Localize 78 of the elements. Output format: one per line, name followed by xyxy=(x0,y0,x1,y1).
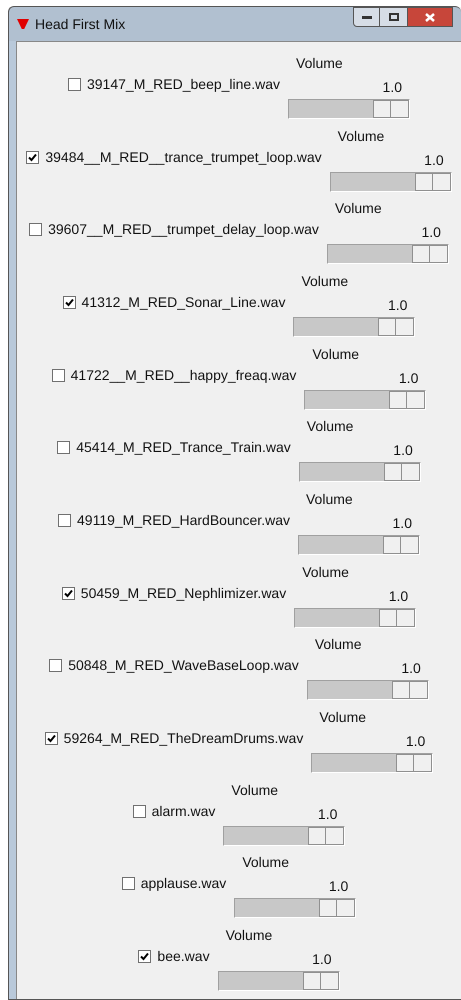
slider-thumb[interactable] xyxy=(392,681,428,700)
scale-value: 1.0 xyxy=(424,150,444,169)
scale-label: Volume xyxy=(306,417,354,436)
scale-value: 1.0 xyxy=(421,223,441,242)
track-filename: 45414_M_RED_Trance_Train.wav xyxy=(76,438,291,458)
checkbox[interactable] xyxy=(29,223,42,236)
checkbox[interactable] xyxy=(57,441,70,454)
scale-value: 1.0 xyxy=(318,804,338,823)
slider-thumb[interactable] xyxy=(379,608,416,627)
checkbox[interactable] xyxy=(52,368,65,382)
scale-label: Volume xyxy=(314,635,362,654)
slider-thumb[interactable] xyxy=(414,172,451,191)
checkbox[interactable] xyxy=(44,732,58,746)
scale-label: Volume xyxy=(306,490,353,508)
slider-thumb[interactable] xyxy=(382,536,419,554)
scale-label: Volume xyxy=(296,54,343,72)
slider-thumb[interactable] xyxy=(302,972,339,990)
scale-value: 1.0 xyxy=(401,659,421,678)
scale-value: 1.0 xyxy=(393,441,413,460)
track-filename: alarm.wav xyxy=(152,802,216,821)
scale-label: Volume xyxy=(312,344,360,363)
minimize-icon xyxy=(362,16,372,18)
slider-thumb[interactable] xyxy=(373,100,410,118)
track-filename: 50848_M_RED_WaveBaseLoop.wav xyxy=(68,656,299,676)
scale-value: 1.0 xyxy=(328,877,348,896)
scale-label: Volume xyxy=(334,199,382,218)
maximize-icon xyxy=(388,13,398,21)
slider-thumb[interactable] xyxy=(378,318,414,336)
scale-label: Volume xyxy=(242,853,290,872)
track-filename: 49119_M_RED_HardBouncer.wav xyxy=(77,510,290,530)
slider-thumb[interactable] xyxy=(308,826,344,845)
scale-value: 1.0 xyxy=(312,950,332,968)
scale-value: 1.0 xyxy=(406,732,426,750)
app-logo xyxy=(17,19,29,29)
track-filename: 41722__M_RED__happy_freaq.wav xyxy=(70,366,296,385)
checkbox[interactable] xyxy=(49,659,62,672)
checkbox[interactable] xyxy=(26,150,40,164)
checkbox[interactable] xyxy=(62,296,76,309)
slider-thumb[interactable] xyxy=(319,899,356,918)
scale-value: 1.0 xyxy=(388,586,408,605)
maximize-button[interactable] xyxy=(380,7,407,27)
track-filename: 39147_M_RED_beep_line.wav xyxy=(86,74,280,94)
scale-value: 1.0 xyxy=(382,78,402,96)
checkbox[interactable] xyxy=(62,586,75,600)
track-filename: 41312_M_RED_Sonar_Line.wav xyxy=(82,292,286,312)
check-icon xyxy=(46,734,56,744)
window-title: Head First Mix xyxy=(35,14,126,34)
track-filename: 59264_M_RED_TheDreamDrums.wav xyxy=(64,729,304,748)
minimize-button[interactable] xyxy=(353,7,380,27)
track-filename: 39484__M_RED__trance_trumpet_loop.wav xyxy=(45,148,322,167)
checkbox[interactable] xyxy=(68,78,81,91)
checkbox[interactable] xyxy=(138,950,152,964)
track-filename: applause.wav xyxy=(140,874,226,894)
scale-label: Volume xyxy=(338,126,384,145)
scale-label: Volume xyxy=(302,562,349,581)
scale-value: 1.0 xyxy=(392,514,412,532)
close-button[interactable] xyxy=(407,7,453,27)
checkbox[interactable] xyxy=(122,877,135,890)
slider-thumb[interactable] xyxy=(412,245,448,264)
scale-label: Volume xyxy=(226,926,272,944)
scale-label: Volume xyxy=(319,708,366,726)
slider-thumb[interactable] xyxy=(396,754,432,772)
checkbox[interactable] xyxy=(58,514,71,527)
close-icon xyxy=(425,12,435,22)
slider-thumb[interactable] xyxy=(389,390,426,409)
scale-value: 1.0 xyxy=(388,296,408,314)
check-icon xyxy=(28,152,38,162)
scale-value: 1.0 xyxy=(398,368,418,387)
scale-label: Volume xyxy=(301,272,348,290)
track-filename: 39607__M_RED__trumpet_delay_loop.wav xyxy=(48,220,319,240)
check-icon xyxy=(64,588,73,598)
checkbox[interactable] xyxy=(132,804,146,818)
slider-thumb[interactable] xyxy=(384,463,420,482)
scale-label: Volume xyxy=(231,780,278,799)
check-icon xyxy=(64,298,74,307)
check-icon xyxy=(140,952,150,962)
track-filename: 50459_M_RED_Nephlimizer.wav xyxy=(80,584,286,603)
track-filename: bee.wav xyxy=(157,947,210,966)
